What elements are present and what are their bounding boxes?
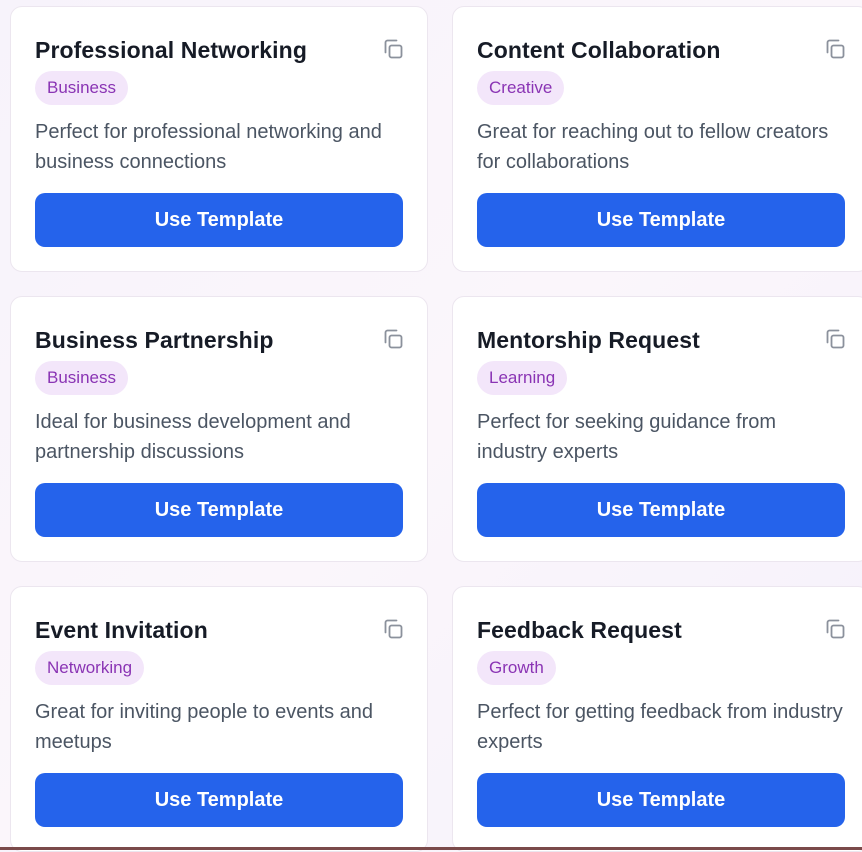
category-badge: Learning [477, 361, 568, 395]
copy-icon [826, 619, 845, 639]
copy-button[interactable] [379, 35, 407, 63]
card-description: Perfect for getting feedback from indust… [477, 701, 843, 753]
use-template-button[interactable]: Use Template [477, 193, 845, 247]
category-badge: Creative [477, 71, 565, 105]
copy-icon [826, 329, 845, 349]
template-card-event-invitation: Event Invitation Networking Great for in… [10, 586, 428, 852]
template-card-business-partnership: Business Partnership Business Ideal for … [10, 296, 428, 562]
copy-icon [384, 39, 403, 59]
card-title: Mentorship Request [477, 327, 700, 353]
template-card-professional-networking: Professional Networking Business Perfect… [10, 6, 428, 272]
use-template-button[interactable]: Use Template [477, 483, 845, 537]
card-title: Professional Networking [35, 37, 307, 63]
template-card-mentorship-request: Mentorship Request Learning Perfect for … [452, 296, 862, 562]
template-card-content-collaboration: Content Collaboration Creative Great for… [452, 6, 862, 272]
copy-icon [384, 619, 403, 639]
copy-icon [826, 39, 845, 59]
card-description: Great for inviting people to events and … [35, 701, 373, 753]
card-title: Business Partnership [35, 327, 274, 353]
card-description: Ideal for business development and partn… [35, 411, 351, 463]
use-template-button[interactable]: Use Template [35, 483, 403, 537]
copy-button[interactable] [821, 615, 849, 643]
card-description: Perfect for professional networking and … [35, 121, 382, 173]
category-badge: Business [35, 71, 128, 105]
use-template-button[interactable]: Use Template [35, 193, 403, 247]
copy-icon [384, 329, 403, 349]
copy-button[interactable] [821, 35, 849, 63]
card-title: Event Invitation [35, 617, 208, 643]
category-badge: Business [35, 361, 128, 395]
copy-button[interactable] [379, 325, 407, 353]
card-description: Great for reaching out to fellow creator… [477, 121, 829, 173]
card-title: Feedback Request [477, 617, 682, 643]
category-badge: Growth [477, 651, 556, 685]
category-badge: Networking [35, 651, 145, 685]
card-title: Content Collaboration [477, 37, 721, 63]
template-card-feedback-request: Feedback Request Growth Perfect for gett… [452, 586, 862, 852]
copy-button[interactable] [821, 325, 849, 353]
template-grid: Professional Networking Business Perfect… [10, 6, 862, 852]
card-description: Perfect for seeking guidance from indust… [477, 411, 777, 463]
copy-button[interactable] [379, 615, 407, 643]
use-template-button[interactable]: Use Template [35, 773, 403, 827]
use-template-button[interactable]: Use Template [477, 773, 845, 827]
